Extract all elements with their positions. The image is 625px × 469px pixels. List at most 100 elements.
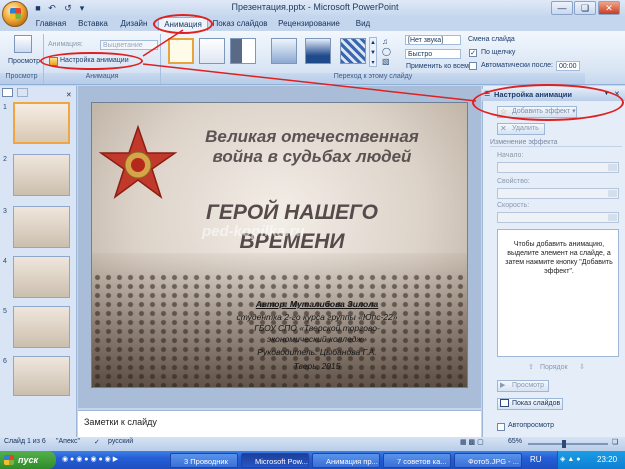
slide-title: Великая отечественная война в судьбах лю…: [187, 127, 437, 167]
maximize-button[interactable]: ❏: [574, 1, 596, 15]
slide-title-line: война в судьбах людей: [212, 147, 412, 166]
custom-animation-icon: [49, 57, 58, 66]
sound-select[interactable]: [Нет звука]: [405, 35, 461, 45]
reorder-down-icon[interactable]: ⇩: [579, 363, 585, 371]
pane-close-icon[interactable]: ✕: [66, 92, 72, 99]
tab-home[interactable]: Главная: [32, 17, 70, 31]
save-icon[interactable]: ■: [32, 2, 44, 14]
taskbar-item-photo[interactable]: Фото5.JPG - ...: [454, 453, 522, 468]
pane-menu-icon[interactable]: ▼: [603, 90, 610, 97]
theme-name: "Апекс": [56, 438, 80, 445]
taskbar-item-explorer[interactable]: 3 Проводник: [170, 453, 238, 468]
slide-thumbnail-3[interactable]: [13, 206, 70, 248]
remove-icon: ✕: [500, 124, 507, 133]
fit-to-window-icon[interactable]: ❏: [612, 438, 618, 446]
office-logo-icon: [10, 8, 21, 19]
spelling-icon[interactable]: ✓: [94, 438, 100, 446]
star-effect-icon: ☆: [500, 107, 508, 116]
keyboard-language[interactable]: RU: [530, 455, 542, 464]
office-button[interactable]: [2, 1, 28, 27]
on-click-checkbox[interactable]: ✓: [469, 49, 477, 57]
taskbar-item-browser[interactable]: Анимация пр...: [312, 453, 380, 468]
slide-thumbnail-1[interactable]: [13, 102, 70, 144]
slide-thumbnail-5[interactable]: [13, 306, 70, 348]
pane-grip-icon: ☰: [484, 91, 491, 98]
animation-select[interactable]: Выцветание: [100, 40, 158, 50]
speed-label: Скорость:: [497, 202, 530, 209]
custom-animation-button[interactable]: Настройка анимации: [60, 57, 129, 64]
slide-number: 6: [3, 358, 7, 365]
autopreview-label: Автопросмотр: [508, 422, 554, 429]
autopreview-checkbox[interactable]: [497, 423, 505, 431]
apply-all-button[interactable]: Применить ко всем: [406, 63, 469, 70]
tab-slideshow[interactable]: Показ слайдов: [212, 17, 268, 31]
taskbar-item-tips[interactable]: 7 советов ка...: [383, 453, 451, 468]
transition-dissolve[interactable]: [230, 38, 256, 64]
slide-thumbnail-4[interactable]: [13, 256, 70, 298]
gallery-scroll-icon[interactable]: ▲ ▼ ▾: [369, 37, 377, 67]
zoom-level[interactable]: 65%: [508, 438, 522, 445]
slide-number: 2: [3, 156, 7, 163]
effects-list[interactable]: Чтобы добавить анимацию, выделите элемен…: [497, 229, 619, 357]
taskbar-item-powerpoint[interactable]: Microsoft Pow...: [241, 453, 309, 468]
close-button[interactable]: ✕: [598, 1, 620, 15]
zoom-slider-thumb[interactable]: [562, 440, 566, 448]
slide-thumbnail-6[interactable]: [13, 356, 70, 396]
tab-insert[interactable]: Вставка: [74, 17, 112, 31]
slides-tab-icon[interactable]: [2, 88, 13, 97]
play-icon: ▶: [500, 382, 506, 389]
order-star-icon: [98, 125, 178, 199]
zoom-slider[interactable]: [528, 443, 608, 445]
advance-slide-title: Смена слайда: [468, 36, 515, 43]
transition-wipe[interactable]: [271, 38, 297, 64]
preview-icon: [14, 35, 32, 53]
pane-close-icon[interactable]: ✕: [614, 90, 620, 98]
tab-animation[interactable]: Анимация: [158, 17, 208, 31]
group-preview-label: Просмотр: [0, 73, 43, 84]
notes-input[interactable]: Заметки к слайду: [78, 410, 481, 437]
slide-thumbnail-2[interactable]: [13, 154, 70, 196]
group-transition-label: Переход к этому слайду: [161, 73, 585, 84]
view-buttons-icon[interactable]: ▦ ▩ ▢: [460, 438, 484, 446]
slide-number: 4: [3, 258, 7, 265]
transition-checker[interactable]: [340, 38, 366, 64]
change-effect-heading: Изменение эффекта: [490, 139, 622, 147]
undo-icon[interactable]: ↶: [46, 2, 58, 14]
property-select[interactable]: [497, 188, 619, 199]
language-status[interactable]: русский: [108, 438, 133, 445]
quick-launch-icons[interactable]: ◉ ● ◉ ● ◉ ● ◉ ▶: [62, 455, 167, 466]
tray-icons[interactable]: ◈ ▲ ●: [560, 455, 580, 463]
slide-number: 3: [3, 208, 7, 215]
transition-push[interactable]: [305, 38, 331, 64]
slide-canvas[interactable]: Великая отечественная война в судьбах лю…: [91, 102, 468, 388]
redo-icon[interactable]: ↺: [62, 2, 74, 14]
city-line: Тверь, 2015: [293, 361, 341, 371]
transition-none[interactable]: [168, 38, 194, 64]
auto-after-input[interactable]: 00:00: [556, 61, 580, 71]
tab-view[interactable]: Вид: [350, 17, 376, 31]
quick-access-menu-icon[interactable]: ▾: [76, 2, 88, 14]
slide-counter: Слайд 1 из 6: [4, 438, 46, 445]
speed-select[interactable]: Быстро: [405, 49, 461, 59]
speed-select[interactable]: [497, 212, 619, 223]
school-line: ГБОУ СПО «Тверской торгово-: [254, 323, 380, 333]
add-effect-button[interactable]: Добавить эффект ▾: [497, 106, 577, 118]
windows-logo-icon: [4, 455, 14, 465]
start-select[interactable]: [497, 162, 619, 173]
school-line: экономический колледж»: [266, 334, 368, 344]
slides-pane-tabs: ✕: [2, 88, 72, 99]
auto-after-label: Автоматически после:: [481, 62, 553, 69]
minimize-button[interactable]: —: [551, 1, 573, 15]
add-effect-label: Добавить эффект: [512, 108, 571, 115]
tab-review[interactable]: Рецензирование: [276, 17, 342, 31]
animation-label: Анимация:: [48, 41, 83, 48]
auto-after-checkbox[interactable]: [469, 62, 477, 70]
transition-fade[interactable]: [199, 38, 225, 64]
preview-button[interactable]: Просмотр: [6, 58, 42, 65]
clock: 23:20: [597, 455, 618, 464]
slide-number: 1: [3, 104, 7, 111]
tab-design[interactable]: Дизайн: [118, 17, 150, 31]
reorder-up-icon[interactable]: ⇧: [528, 363, 534, 371]
outline-tab-icon[interactable]: [16, 88, 28, 97]
slide-title-line: Великая отечественная: [205, 127, 419, 146]
